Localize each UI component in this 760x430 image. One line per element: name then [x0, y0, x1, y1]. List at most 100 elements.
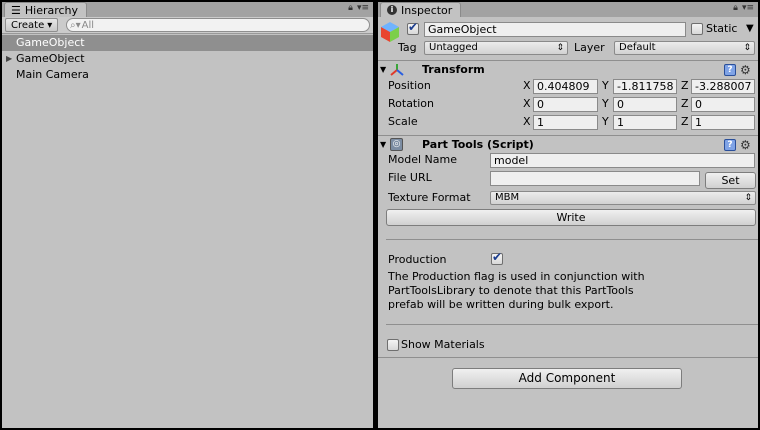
tag-dropdown[interactable]: Untagged ⇕ — [424, 41, 568, 55]
layer-label: Layer — [574, 41, 605, 54]
axis-x-label: X — [523, 79, 531, 92]
position-x-field[interactable]: 0.404809 — [533, 79, 598, 94]
add-component-button[interactable]: Add Component — [452, 368, 682, 389]
object-header: ✔ GameObject Static ▼ Tag Untagged ⇕ Lay… — [378, 17, 758, 61]
inspector-tab-bar: i Inspector 🔒︎ ▾≡ — [378, 2, 758, 17]
hierarchy-toolbar: Create ▾ ⌕▾ All — [2, 17, 373, 34]
axis-z-label: Z — [681, 97, 689, 110]
texture-format-label: Texture Format — [388, 191, 471, 204]
section-divider — [378, 357, 758, 358]
hierarchy-tab-controls: 🔒︎ ▾≡ — [348, 3, 369, 13]
texture-format-value: MBM — [495, 192, 520, 203]
rotation-x-field[interactable]: 0 — [533, 97, 598, 112]
rotation-label: Rotation — [388, 97, 435, 110]
static-dropdown-arrow-icon[interactable]: ▼ — [746, 22, 754, 36]
object-name-field[interactable]: GameObject — [424, 22, 686, 37]
scale-z-field[interactable]: 1 — [691, 115, 755, 130]
gear-icon[interactable]: ⚙ — [740, 64, 751, 76]
axis-y-label: Y — [602, 115, 609, 128]
tag-dropdown-value: Untagged — [429, 42, 478, 53]
scale-y-field[interactable]: 1 — [613, 115, 677, 130]
static-label: Static — [706, 22, 738, 35]
chevron-down-icon: ▾ — [47, 19, 53, 31]
checkmark-icon: ✔ — [492, 250, 503, 264]
panel-menu-icon[interactable]: ▾≡ — [742, 3, 754, 13]
axis-y-label: Y — [602, 79, 609, 92]
rotation-z-field[interactable]: 0 — [691, 97, 755, 112]
help-icon[interactable]: ? — [724, 64, 736, 76]
inspector-tab-controls: 🔒︎ ▾≡ — [733, 3, 754, 13]
gameobject-cube-icon — [381, 22, 399, 42]
model-name-label: Model Name — [388, 153, 457, 166]
axis-y-label: Y — [602, 97, 609, 110]
active-checkbox[interactable]: ✔ — [407, 20, 419, 35]
static-checkbox[interactable] — [691, 23, 703, 35]
hierarchy-item-gameobject-parent[interactable]: ▶ GameObject — [2, 51, 373, 67]
checkmark-icon: ✔ — [408, 20, 419, 34]
layer-dropdown-value: Default — [619, 42, 656, 53]
search-placeholder: All — [81, 19, 95, 31]
production-checkbox[interactable]: ✔ — [491, 250, 503, 265]
model-name-field[interactable]: model — [490, 153, 755, 168]
layer-dropdown[interactable]: Default ⇕ — [614, 41, 755, 55]
hierarchy-tab-label: Hierarchy — [24, 3, 79, 17]
hierarchy-tab[interactable]: ☰ Hierarchy — [4, 2, 88, 17]
hierarchy-panel: ☰ Hierarchy 🔒︎ ▾≡ Create ▾ ⌕▾ All GameOb… — [2, 2, 373, 428]
script-icon: ◎ — [390, 138, 403, 151]
hierarchy-item-main-camera[interactable]: Main Camera — [2, 67, 373, 83]
hierarchy-item-gameobject[interactable]: GameObject — [2, 35, 373, 51]
inspector-tab-label: Inspector — [401, 3, 453, 17]
dropdown-arrow-icon: ⇕ — [744, 193, 752, 203]
lock-icon[interactable]: 🔒︎ — [348, 3, 353, 13]
set-button[interactable]: Set — [705, 172, 756, 189]
file-url-field[interactable] — [490, 171, 700, 186]
hierarchy-search-input[interactable]: ⌕▾ All — [66, 18, 370, 32]
hierarchy-tab-bar: ☰ Hierarchy 🔒︎ ▾≡ — [2, 2, 373, 17]
search-icon: ⌕▾ — [70, 19, 81, 31]
foldout-arrow-icon[interactable]: ▶ — [6, 51, 12, 67]
position-y-field[interactable]: -1.811758 — [613, 79, 677, 94]
section-divider — [386, 239, 758, 240]
transform-title: Transform — [422, 63, 485, 76]
axis-x-label: X — [523, 97, 531, 110]
part-tools-header[interactable]: ▼ ◎ Part Tools (Script) ? ⚙ — [378, 135, 758, 153]
transform-header[interactable]: ▼ Transform ? ⚙ — [378, 60, 758, 78]
position-label: Position — [388, 79, 431, 92]
production-help-text: The Production flag is used in conjuncti… — [388, 270, 645, 311]
create-button[interactable]: Create ▾ — [5, 18, 59, 32]
hierarchy-item-label: GameObject — [16, 36, 85, 49]
axis-x-label: X — [523, 115, 531, 128]
dropdown-arrow-icon: ⇕ — [556, 43, 564, 53]
lock-icon[interactable]: 🔒︎ — [733, 3, 738, 13]
transform-icon — [390, 64, 404, 76]
gear-icon[interactable]: ⚙ — [740, 139, 751, 151]
create-button-label: Create — [11, 19, 45, 31]
position-z-field[interactable]: -3.288007 — [691, 79, 755, 94]
tag-label: Tag — [398, 41, 417, 54]
production-label: Production — [388, 253, 447, 266]
write-button[interactable]: Write — [386, 209, 756, 226]
foldout-arrow-icon[interactable]: ▼ — [380, 138, 386, 152]
texture-format-dropdown[interactable]: MBM ⇕ — [490, 191, 756, 205]
file-url-label: File URL — [388, 171, 432, 184]
hierarchy-tree: GameObject ▶ GameObject Main Camera — [2, 35, 373, 83]
info-icon: i — [387, 5, 397, 15]
foldout-arrow-icon[interactable]: ▼ — [380, 63, 386, 77]
inspector-tab[interactable]: i Inspector — [380, 2, 462, 17]
inspector-panel: i Inspector 🔒︎ ▾≡ ✔ GameObject Static ▼ … — [378, 2, 758, 428]
section-divider — [386, 324, 758, 325]
show-materials-checkbox[interactable] — [387, 339, 399, 351]
hierarchy-item-label: GameObject — [16, 52, 85, 65]
help-icon[interactable]: ? — [724, 139, 736, 151]
rotation-y-field[interactable]: 0 — [613, 97, 677, 112]
show-materials-label: Show Materials — [401, 338, 485, 351]
dropdown-arrow-icon: ⇕ — [743, 43, 751, 53]
scale-x-field[interactable]: 1 — [533, 115, 598, 130]
axis-z-label: Z — [681, 79, 689, 92]
axis-z-label: Z — [681, 115, 689, 128]
scale-label: Scale — [388, 115, 418, 128]
panel-menu-icon[interactable]: ▾≡ — [357, 3, 369, 13]
list-icon: ☰ — [11, 3, 21, 17]
part-tools-title: Part Tools (Script) — [422, 138, 534, 151]
hierarchy-item-label: Main Camera — [16, 68, 89, 81]
